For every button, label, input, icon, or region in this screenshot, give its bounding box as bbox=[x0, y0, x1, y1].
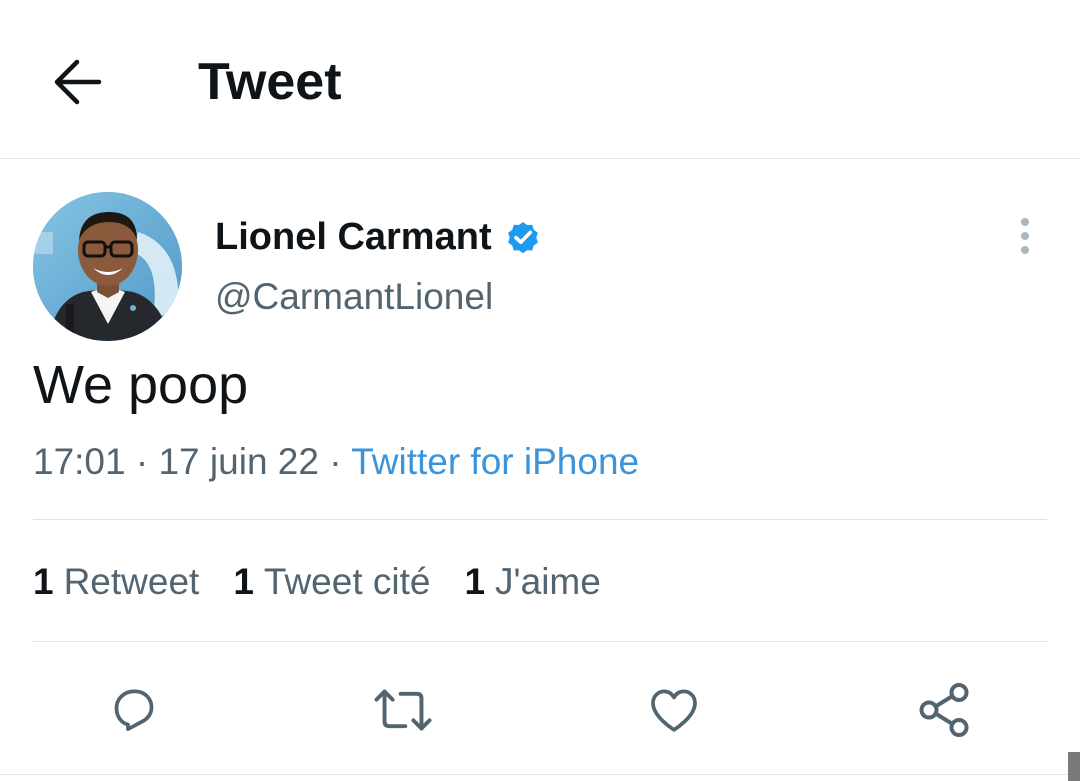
more-vertical-icon bbox=[1021, 218, 1029, 254]
tweet-text: We poop bbox=[33, 355, 249, 415]
stat-count: 1 bbox=[33, 561, 54, 602]
more-options-button[interactable] bbox=[1002, 210, 1048, 262]
heart-icon bbox=[651, 689, 697, 732]
stat-label: Tweet cité bbox=[263, 561, 431, 602]
stat-label: Retweet bbox=[63, 561, 200, 602]
divider bbox=[0, 774, 1080, 775]
verified-badge-icon bbox=[507, 221, 538, 254]
tweet-time: 17:01 bbox=[33, 441, 126, 482]
stat-count: 1 bbox=[233, 561, 254, 602]
author-handle[interactable]: @CarmantLionel bbox=[215, 274, 493, 320]
divider bbox=[33, 641, 1047, 642]
scrollbar-thumb[interactable] bbox=[1068, 752, 1080, 781]
tweet-date: 17 juin 22 bbox=[158, 441, 319, 482]
avatar-image bbox=[33, 192, 182, 341]
like-count[interactable]: 1 J'aime bbox=[464, 558, 600, 606]
share-button[interactable] bbox=[914, 680, 974, 740]
reply-button[interactable] bbox=[104, 680, 164, 740]
meta-separator: · bbox=[329, 441, 342, 482]
author-name-row[interactable]: Lionel Carmant bbox=[215, 214, 542, 260]
reply-icon bbox=[114, 689, 154, 731]
tweet-meta: 17:01 · 17 juin 22 · Twitter for iPhone bbox=[33, 438, 639, 486]
arrow-left-icon bbox=[54, 59, 102, 105]
retweet-button[interactable] bbox=[373, 680, 433, 740]
avatar[interactable] bbox=[33, 192, 182, 341]
share-icon bbox=[919, 683, 969, 737]
retweet-icon bbox=[374, 689, 432, 731]
quote-tweet-count[interactable]: 1 Tweet cité bbox=[233, 558, 430, 606]
page-title: Tweet bbox=[198, 53, 342, 111]
meta-separator: · bbox=[135, 441, 149, 482]
stat-count: 1 bbox=[464, 561, 486, 602]
back-button[interactable] bbox=[44, 48, 112, 116]
tweet-source-link[interactable]: Twitter for iPhone bbox=[351, 441, 639, 482]
tweet-stats: 1 Retweet 1 Tweet cité 1 J'aime bbox=[33, 558, 601, 606]
author-name: Lionel Carmant bbox=[215, 216, 492, 258]
stat-label: J'aime bbox=[495, 561, 601, 602]
top-bar: Tweet bbox=[0, 0, 1080, 159]
like-button[interactable] bbox=[644, 680, 704, 740]
divider bbox=[33, 519, 1047, 520]
retweet-count[interactable]: 1 Retweet bbox=[33, 558, 199, 606]
